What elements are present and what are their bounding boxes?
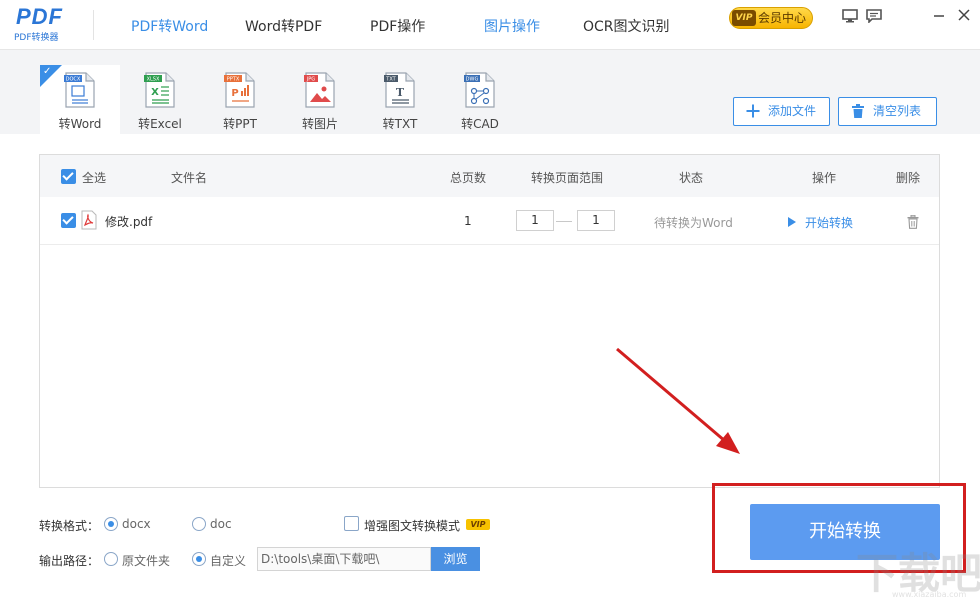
header-delete: 删除 xyxy=(896,171,921,185)
format-doc-label[interactable]: doc xyxy=(210,517,232,531)
header-range: 转换页面范围 xyxy=(531,171,604,185)
tool-to-ppt[interactable]: PPTX P 转PPT xyxy=(200,65,280,134)
tool-to-cad[interactable]: DWG 转CAD xyxy=(440,65,520,134)
dwg-file-icon: DWG xyxy=(464,72,495,108)
browse-button[interactable]: 浏览 xyxy=(431,547,480,571)
clear-list-label: 清空列表 xyxy=(873,104,922,118)
delete-icon[interactable] xyxy=(907,215,919,229)
file-list: 全选 文件名 总页数 转换页面范围 状态 操作 删除 修改.pdf 1 1 1 … xyxy=(39,154,940,488)
add-file-label: 添加文件 xyxy=(768,104,817,118)
pdf-file-icon xyxy=(81,210,97,230)
xlsx-badge: XLSX xyxy=(147,77,160,83)
format-docx-radio[interactable] xyxy=(104,517,118,531)
jpg-badge: JPG xyxy=(306,77,315,83)
tab-pdf-operations[interactable]: PDF操作 xyxy=(370,16,425,36)
check-icon: ✓ xyxy=(43,66,52,77)
docx-badge: DOCX xyxy=(66,77,81,83)
tool-label: 转Excel xyxy=(138,117,182,131)
watermark: 下载吧 www.xiazaiba.com xyxy=(856,540,980,599)
tool-to-excel[interactable]: XLSX X 转Excel xyxy=(120,65,200,134)
path-original-radio[interactable] xyxy=(104,552,118,566)
minimize-icon[interactable] xyxy=(930,6,948,24)
divider xyxy=(93,10,94,40)
table-row: 修改.pdf 1 1 1 待转换为Word 开始转换 xyxy=(40,197,939,245)
tool-label: 转TXT xyxy=(382,117,418,131)
close-icon[interactable] xyxy=(955,6,973,24)
txt-badge: TXT xyxy=(385,77,396,83)
range-from-input[interactable]: 1 xyxy=(516,210,554,231)
tool-to-word[interactable]: ✓ DOCX 转Word xyxy=(40,65,120,134)
path-original-label[interactable]: 原文件夹 xyxy=(122,552,170,569)
top-bar: PDF PDF转换器 PDF转Word Word转PDF PDF操作 图片操作 … xyxy=(0,0,980,50)
range-separator xyxy=(556,221,572,222)
trash-icon xyxy=(852,104,864,118)
monitor-icon[interactable] xyxy=(842,9,858,23)
add-file-button[interactable]: 添加文件 xyxy=(733,97,830,126)
tab-word-to-pdf[interactable]: Word转PDF xyxy=(245,16,322,36)
xlsx-file-icon: XLSX X xyxy=(144,72,175,108)
range-to-input[interactable]: 1 xyxy=(577,210,615,231)
row-filename: 修改.pdf xyxy=(105,215,153,229)
select-all-checkbox[interactable] xyxy=(61,169,76,184)
clear-list-button[interactable]: 清空列表 xyxy=(838,97,937,126)
path-custom-radio[interactable] xyxy=(192,552,206,566)
pptx-file-icon: PPTX P xyxy=(224,72,255,108)
header-status: 状态 xyxy=(679,171,704,185)
watermark-url: www.xiazaiba.com xyxy=(892,590,967,599)
enhance-mode-label[interactable]: 增强图文转换模式 xyxy=(364,517,460,534)
dwg-badge: DWG xyxy=(466,77,479,83)
logo-text: PDF xyxy=(16,4,63,29)
conversion-toolbar: ✓ DOCX 转Word XLSX X 转Excel PPTX P 转PPT J… xyxy=(0,50,980,134)
tool-label: 转CAD xyxy=(461,117,499,131)
path-custom-label[interactable]: 自定义 xyxy=(210,552,246,569)
tool-label: 转图片 xyxy=(301,117,338,131)
svg-text:P: P xyxy=(231,88,238,99)
header-filename: 文件名 xyxy=(171,171,208,185)
tab-pdf-to-word[interactable]: PDF转Word xyxy=(131,16,208,36)
pptx-badge: PPTX xyxy=(227,77,240,83)
jpg-file-icon: JPG xyxy=(304,72,335,108)
tool-to-txt[interactable]: TXT T 转TXT xyxy=(360,65,440,134)
enhance-mode-checkbox[interactable] xyxy=(344,516,359,531)
svg-text:T: T xyxy=(396,86,405,99)
vip-tag: VIP xyxy=(466,519,490,530)
docx-file-icon: DOCX xyxy=(64,72,95,108)
logo-subtitle: PDF转换器 xyxy=(14,33,59,43)
table-header: 全选 文件名 总页数 转换页面范围 状态 操作 删除 xyxy=(40,155,939,197)
row-checkbox[interactable] xyxy=(61,213,76,228)
format-label: 转换格式： xyxy=(39,519,100,533)
vip-center-button[interactable]: VIP 会员中心 xyxy=(729,7,813,29)
app-logo: PDF PDF转换器 xyxy=(14,4,78,43)
header-action: 操作 xyxy=(812,171,837,185)
tool-label: 转PPT xyxy=(223,117,257,131)
header-pages: 总页数 xyxy=(450,171,487,185)
vip-center-label: 会员中心 xyxy=(758,11,807,25)
tool-label: 转Word xyxy=(58,117,102,131)
tool-to-image[interactable]: JPG 转图片 xyxy=(280,65,360,134)
row-pages: 1 xyxy=(464,214,472,228)
svg-text:X: X xyxy=(151,87,159,98)
play-icon[interactable] xyxy=(788,217,796,227)
plus-icon xyxy=(746,104,760,118)
format-docx-label[interactable]: docx xyxy=(122,517,151,531)
header-select-all: 全选 xyxy=(82,171,107,185)
row-status: 待转换为Word xyxy=(654,216,733,230)
tab-image-operations[interactable]: 图片操作 xyxy=(484,16,540,36)
output-path-field[interactable]: D:\tools\桌面\下载吧\ xyxy=(257,547,431,571)
format-doc-radio[interactable] xyxy=(192,517,206,531)
tab-ocr[interactable]: OCR图文识别 xyxy=(583,16,670,36)
message-icon[interactable] xyxy=(866,9,882,23)
row-start-convert-link[interactable]: 开始转换 xyxy=(805,214,853,231)
path-label: 输出路径： xyxy=(39,554,100,568)
txt-file-icon: TXT T xyxy=(384,72,415,108)
vip-badge: VIP xyxy=(732,10,756,26)
